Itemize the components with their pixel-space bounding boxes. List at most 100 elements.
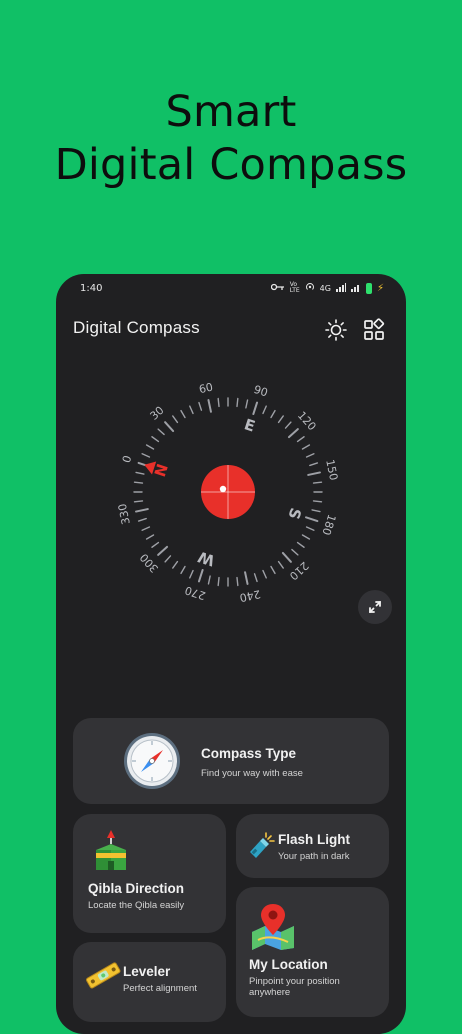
dial-tick [172,560,179,569]
dial-tick [244,571,249,585]
status-time: 1:40 [80,283,103,294]
leveler-subtitle: Perfect alignment [123,983,197,994]
dial-tick [301,444,311,450]
flashlight-icon [250,832,275,858]
my-location-card[interactable]: My Location Pinpoint your position anywh… [236,887,389,1017]
dial-tick [141,526,151,531]
network-type: 4G [319,283,331,293]
dial-tick [309,462,319,467]
dial-tick [277,560,284,569]
headline-line-2: Digital Compass [54,140,408,190]
compass-type-title: Compass Type [201,746,297,761]
dial-tick [157,545,169,556]
dial-tick [236,397,239,408]
flash-light-card[interactable]: Flash Light Your path in dark [236,814,389,878]
map-pin-icon [252,904,294,950]
dial-degree-label: 150 [323,458,340,481]
fullscreen-button[interactable] [358,590,392,624]
dial-tick [180,565,186,575]
qibla-subtitle: Locate the Qibla easily [88,900,185,911]
qibla-direction-card[interactable]: Qibla Direction Locate the Qibla easily [73,814,226,933]
dial-tick [236,576,239,587]
dial-tick [207,575,211,585]
dial-cardinal-e: E [242,415,257,435]
battery-icon [365,282,372,294]
dial-tick [133,481,144,484]
dial-tick [262,405,267,415]
dial-tick [198,401,203,411]
dial-tick [281,551,292,563]
dial-tick [137,517,147,522]
dial-tick [287,428,299,439]
volte-icon: Vo LTE [289,281,300,294]
dial-degree-label: 30 [148,404,167,423]
dial-tick [270,409,276,419]
key-icon [270,283,285,293]
dial-tick [305,526,315,531]
my-location-title: My Location [249,957,328,972]
dial-tick [284,421,292,429]
headline: Smart Digital Compass [0,86,462,192]
app-title: Digital Compass [73,318,200,337]
leveler-title: Leveler [123,964,171,979]
signal-icon-2 [350,283,361,294]
dial-tick [296,436,305,443]
dial-degree-label: 270 [183,583,207,602]
compass-dial-svg: 03060 90120150180210240270300330NESW [116,381,340,605]
fullscreen-icon [369,601,381,613]
dial-tick [172,415,179,424]
dial-tick [189,569,194,579]
my-location-subtitle-line-2: anywhere [249,987,291,998]
dial-tick [217,397,220,408]
dial-tick [151,541,160,548]
spirit-level-icon [86,962,121,989]
my-location-subtitle-line-1: Pinpoint your position [249,976,340,987]
dial-tick [217,576,220,587]
dial-tick [151,436,160,443]
dial-tick [304,516,319,523]
dial-tick [180,409,186,419]
status-bar: 1:40 Vo LTE 4G ⚡ [56,274,406,304]
dial-degree-label: 180 [319,513,338,537]
dial-tick [262,569,267,579]
dial-tick [164,421,175,433]
flash-light-subtitle: Your path in dark [278,851,350,862]
dial-tick [189,405,194,415]
dial-degree-label: 240 [238,587,261,604]
kaaba-icon [96,830,126,870]
dial-tick [252,401,259,416]
leveler-card[interactable]: Leveler Perfect alignment [73,942,226,1022]
dial-tick [301,534,311,540]
dial-cardinal-w: W [195,547,217,569]
dial-tick [270,565,276,575]
level-bubble [219,485,227,493]
app-bar: Digital Compass [56,314,406,346]
dial-degree-label: 0 [120,454,135,465]
compass-type-card[interactable]: Compass Type Find your way with ease [73,718,389,804]
dial-tick [157,428,165,436]
widgets-icon [364,318,385,340]
dial-tick [145,534,155,540]
flash-light-title: Flash Light [278,832,350,847]
compass-dial: 0 30 60 90 120 150 180 210 240 270 300 330 N E S W [113,377,343,607]
dial-tick [296,541,305,548]
dial-tick [307,471,321,476]
dial-tick [133,500,144,503]
compass-rose-icon [124,733,180,789]
theme-toggle-button[interactable] [324,318,348,342]
dial-tick [164,555,172,563]
dial-degree-label: 60 [198,381,214,397]
dial-tick [312,481,323,484]
dial-tick [135,508,149,513]
widgets-button[interactable] [362,318,386,342]
charging-icon: ⚡ [376,282,384,294]
compass-type-subtitle: Find your way with ease [201,768,303,779]
dial-tick [253,573,258,583]
dial-tick [305,453,315,458]
hotspot-icon [305,282,315,294]
qibla-title: Qibla Direction [88,881,185,896]
dial-cardinal-s: S [284,506,304,522]
dial-tick [311,509,321,513]
status-icons: Vo LTE 4G ⚡ [270,281,384,294]
dial-tick [145,444,155,450]
